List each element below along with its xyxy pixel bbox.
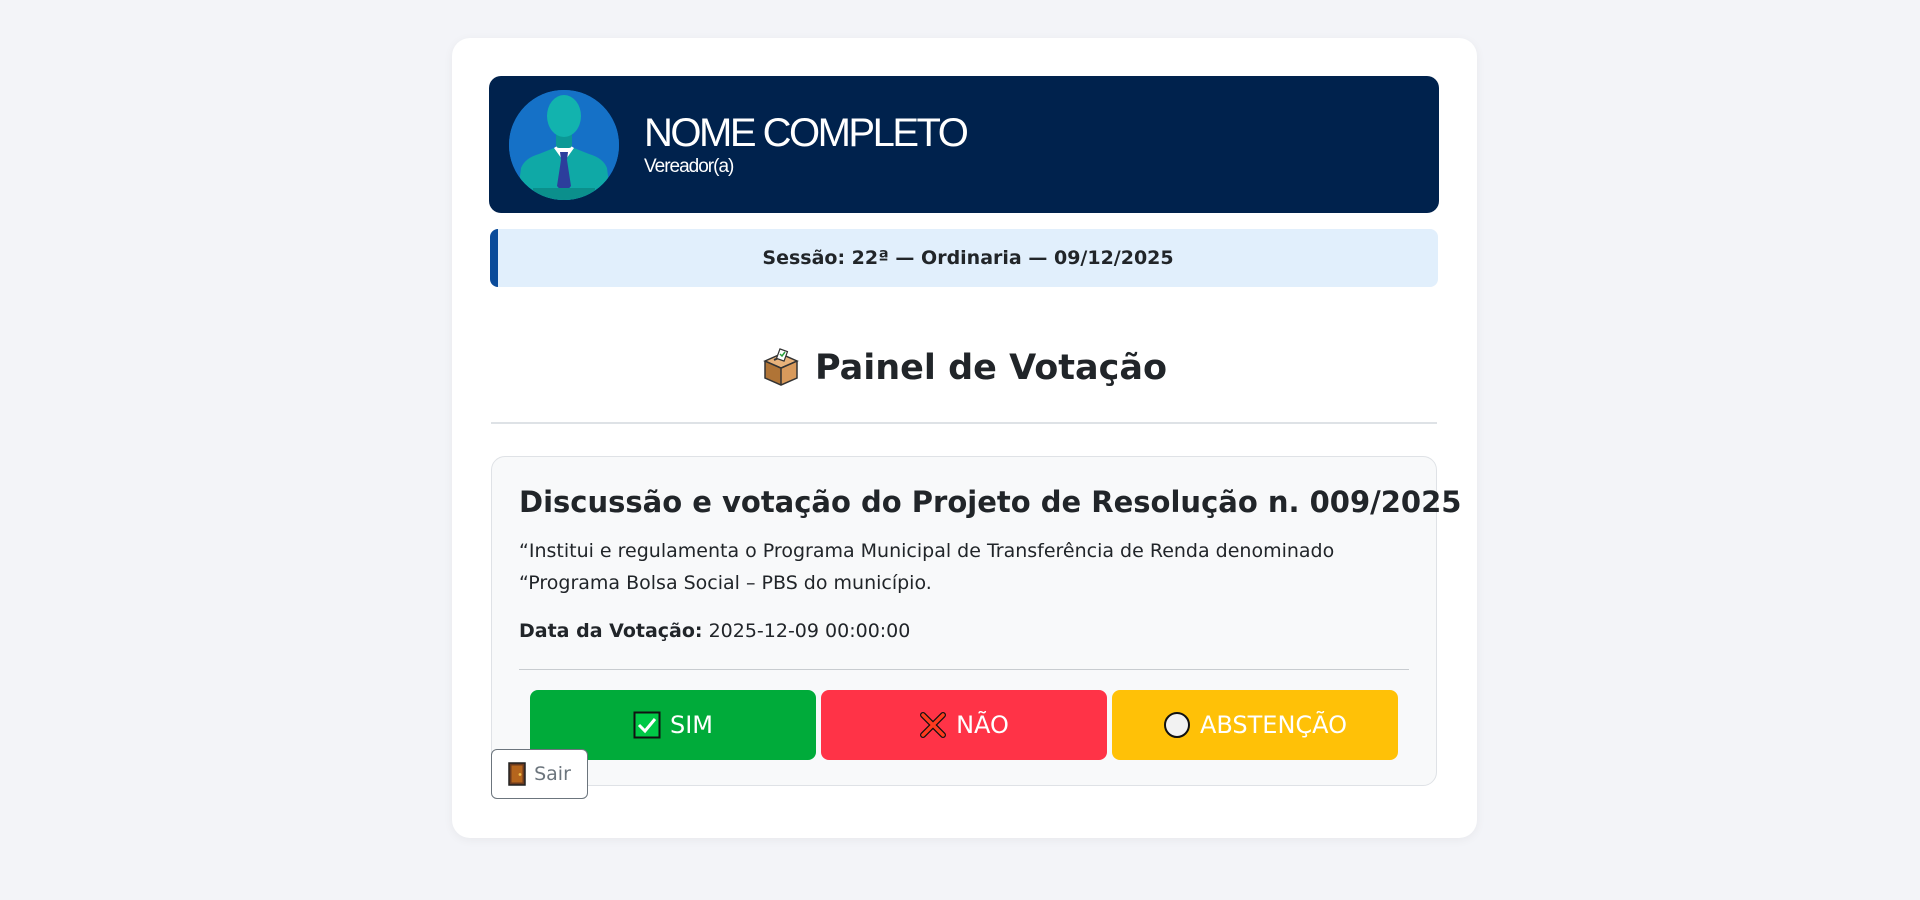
- vote-yes-label: SIM: [669, 711, 714, 739]
- vote-abstain-button[interactable]: ABSTENÇÃO: [1112, 690, 1398, 760]
- page-title: Painel de Votação: [491, 348, 1437, 388]
- white-circle-icon: [1163, 711, 1191, 739]
- cross-mark-icon: [919, 711, 947, 739]
- vote-abstain-label: ABSTENÇÃO: [1199, 711, 1348, 739]
- vote-date: Data da Votação: 2025-12-09 00:00:00: [519, 620, 910, 642]
- page-title-text: Painel de Votação: [814, 348, 1168, 388]
- session-info-text: Sessão: 22ª — Ordinaria — 09/12/2025: [762, 247, 1174, 269]
- vote-date-label: Data da Votação:: [519, 620, 703, 642]
- vote-date-value: 2025-12-09 00:00:00: [708, 620, 911, 642]
- voting-card: NOME COMPLETO Vereador(a) Sessão: 22ª — …: [452, 38, 1477, 838]
- vote-no-label: NÃO: [956, 711, 1009, 739]
- vote-item-title: Discussão e votação do Projeto de Resolu…: [519, 485, 1462, 519]
- vote-item-description: “Institui e regulamenta o Programa Munic…: [519, 540, 1335, 594]
- vote-no-button[interactable]: NÃO: [821, 690, 1107, 760]
- title-divider: [491, 422, 1437, 424]
- profile-role: Vereador(a): [644, 155, 734, 177]
- exit-button[interactable]: Sair: [491, 749, 588, 799]
- exit-label: Sair: [534, 763, 571, 785]
- vote-divider: [519, 669, 1409, 670]
- profile-name: NOME COMPLETO: [644, 110, 969, 155]
- profile-header: NOME COMPLETO Vereador(a): [489, 76, 1439, 213]
- ballot-box-icon: [761, 348, 801, 388]
- door-icon: [508, 762, 526, 786]
- user-avatar-suit-icon: [509, 89, 619, 200]
- vote-item-card: Discussão e votação do Projeto de Resolu…: [491, 456, 1461, 786]
- vote-buttons: SIM NÃO ABSTENÇÃO: [530, 690, 1398, 760]
- check-box-icon: [633, 711, 661, 739]
- session-info-banner: Sessão: 22ª — Ordinaria — 09/12/2025: [490, 229, 1438, 287]
